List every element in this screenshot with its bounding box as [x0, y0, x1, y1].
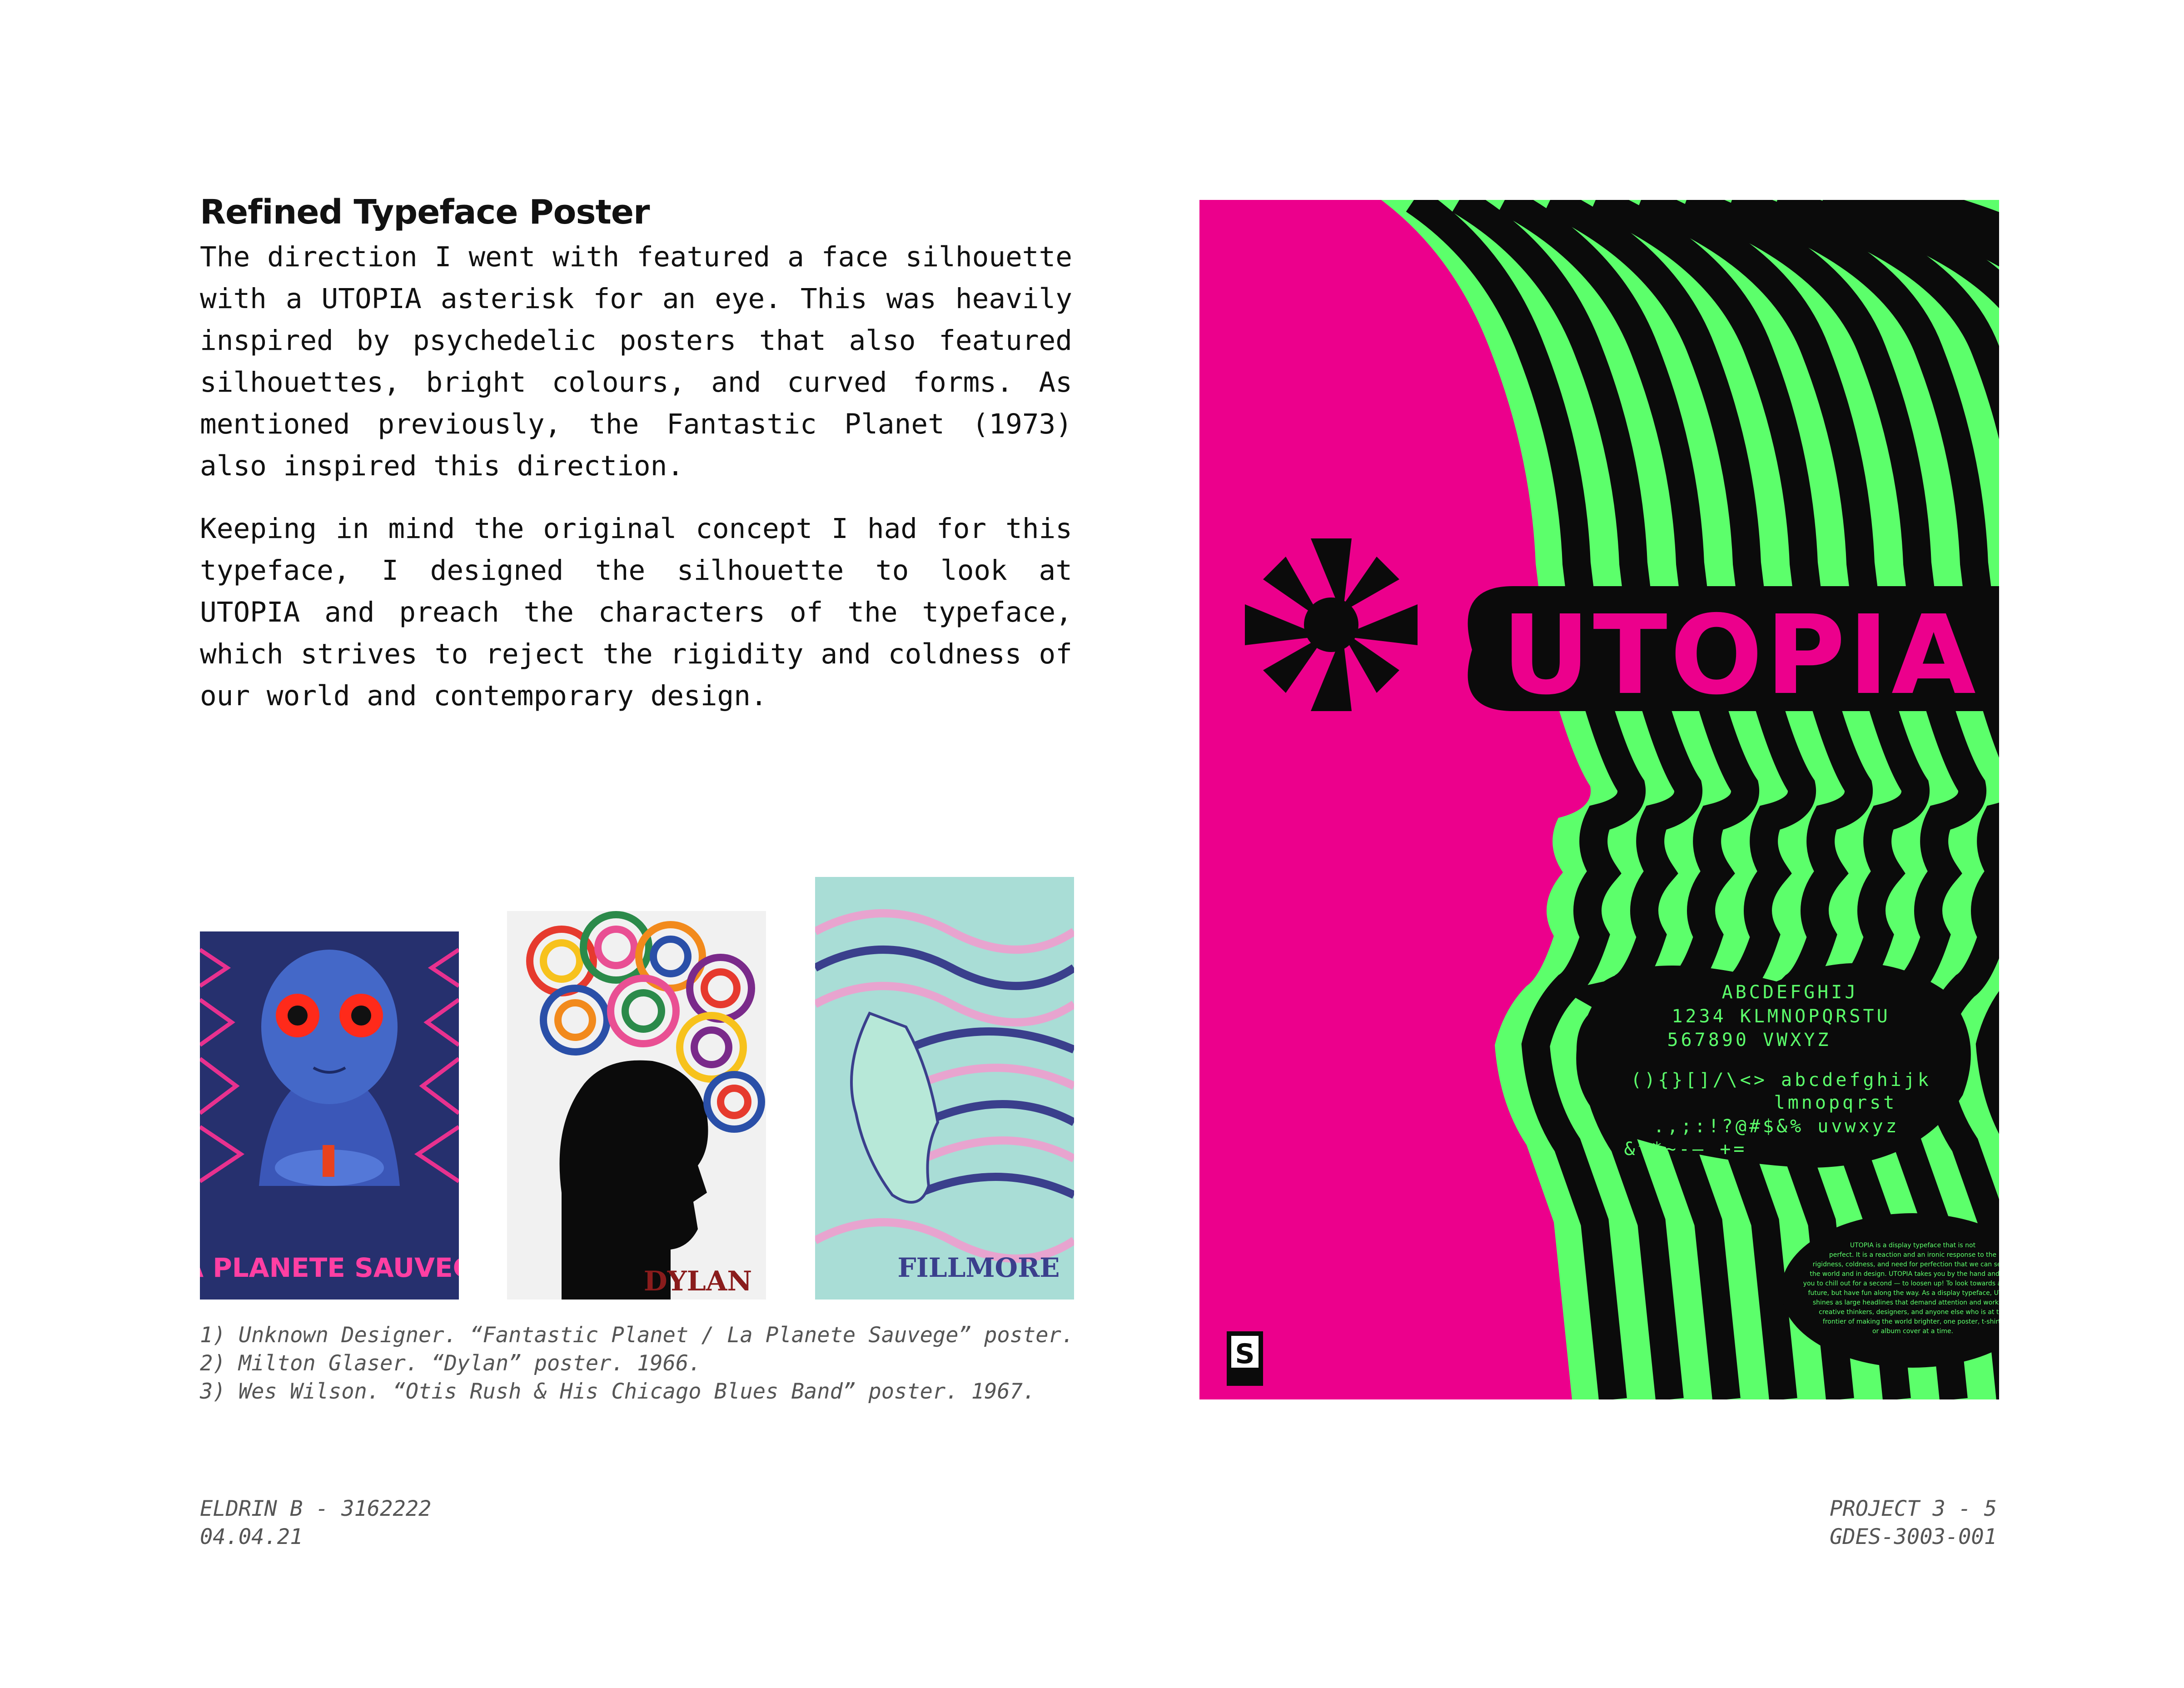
glyph-line: &^*~-—_+=: [1624, 1139, 1747, 1160]
glyph-line: lmnopqrst: [1774, 1092, 1897, 1113]
utopia-title: UTOPIA: [1502, 592, 1979, 719]
page-title: Refined Typeface Poster: [200, 193, 650, 232]
fantastic-planet-thumbnail: LA PLANETE SAUVEGE: [200, 931, 459, 1300]
poster-logo: S: [1227, 1331, 1263, 1386]
blurb-line: perfect. It is a reaction and an ironic …: [1829, 1251, 1996, 1259]
footer-course-code: GDES-3003-001: [1830, 1524, 1997, 1549]
blurb-line: rigidness, coldness, and need for perfec…: [1813, 1261, 1999, 1268]
footer-author: ELDRIN B - 3162222 04.04.21: [200, 1495, 431, 1551]
blurb-line: creative thinkers, designers, and anyone…: [1819, 1309, 1999, 1316]
paragraph-2: Keeping in mind the original concept I h…: [200, 513, 1072, 712]
figure-captions: 1) Unknown Designer. “Fantastic Planet /…: [200, 1321, 1090, 1406]
blurb-line: UTOPIA is a display typeface that is not: [1850, 1242, 1976, 1249]
glyph-line: (){}[]/\<> abcdefghijk: [1631, 1070, 1931, 1090]
paragraph-1: The direction I went with featured a fac…: [200, 241, 1072, 482]
glyph-line: 567890 VWXYZ: [1667, 1030, 1831, 1051]
blurb-line: or album cover at a time.: [1872, 1328, 1953, 1335]
dylan-poster-text: DYLAN: [644, 1265, 752, 1297]
footer-author-name: ELDRIN B - 3162222: [200, 1496, 432, 1521]
glyph-line: .,;:!?@#$&% uvwxyz: [1653, 1116, 1899, 1137]
blurb-line: frontier of making the world brighter, o…: [1823, 1318, 1999, 1325]
otis-rush-poster-text: FILLMORE: [897, 1252, 1060, 1283]
glyph-line: 1234 KLMNOPQRSTU: [1672, 1006, 1890, 1027]
blurb-line: the world and in design. UTOPIA takes yo…: [1810, 1270, 1999, 1278]
caption-1: 1) Unknown Designer. “Fantastic Planet /…: [200, 1323, 1075, 1348]
utopia-poster: UTOPIA ABCDEFGHIJ 1234 KLMNOPQRSTU 567890 …: [1199, 200, 1999, 1399]
blurb-line: shines as large headlines that demand at…: [1813, 1299, 1999, 1306]
dylan-thumbnail: DYLAN: [507, 911, 766, 1300]
glyph-line: ABCDEFGHIJ: [1722, 982, 1859, 1003]
fantastic-planet-poster-text: LA PLANETE SAUVEGE: [200, 1252, 459, 1283]
footer-date: 04.04.21: [200, 1524, 303, 1549]
utopia-poster-artwork: UTOPIA ABCDEFGHIJ 1234 KLMNOPQRSTU 567890 …: [1199, 200, 1999, 1399]
blurb-line: future, but have fun along the way. As a…: [1808, 1290, 1999, 1297]
otis-rush-thumbnail: FILLMORE: [815, 877, 1074, 1300]
blurb-line: you to chill out for a second — to loose…: [1803, 1280, 1999, 1287]
caption-2: 2) Milton Glaser. “Dylan” poster. 1966.: [200, 1351, 701, 1376]
caption-3: 3) Wes Wilson. “Otis Rush & His Chicago …: [200, 1379, 1036, 1404]
poster-logo-letter: S: [1235, 1338, 1254, 1370]
footer-project-page: PROJECT 3 - 5: [1830, 1496, 1997, 1521]
footer-project: PROJECT 3 - 5 GDES-3003-001: [1830, 1495, 1997, 1551]
